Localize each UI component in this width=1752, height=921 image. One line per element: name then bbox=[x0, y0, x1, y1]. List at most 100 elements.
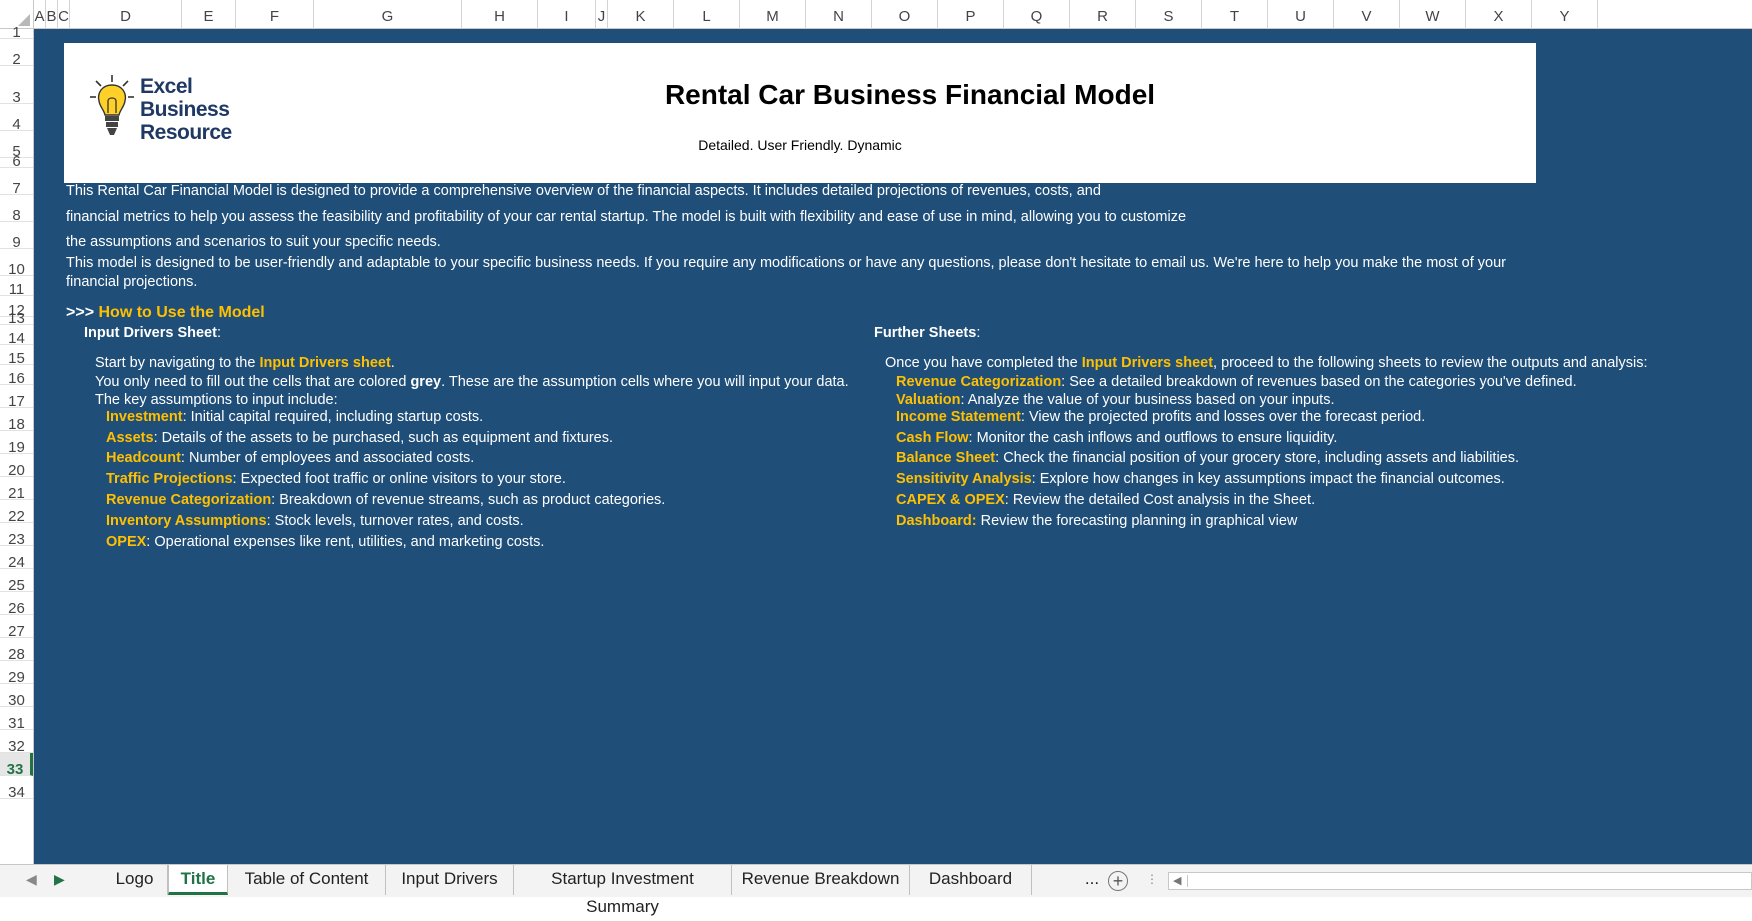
sheet-tab-revenue-breakdown[interactable]: Revenue Breakdown bbox=[732, 865, 910, 895]
sheet-tab-dashboard[interactable]: Dashboard bbox=[910, 865, 1032, 895]
row-header-9[interactable]: 9 bbox=[0, 222, 33, 251]
column-header-k[interactable]: K bbox=[608, 0, 674, 29]
column-header-w[interactable]: W bbox=[1400, 0, 1466, 29]
row-header-26[interactable]: 26 bbox=[0, 592, 33, 617]
further-sheet-description: : Monitor the cash inflows and outflows … bbox=[968, 430, 1338, 446]
assumption-label: Traffic Projections bbox=[106, 471, 233, 487]
row-header-10[interactable]: 10 bbox=[0, 249, 33, 278]
row-header-25[interactable]: 25 bbox=[0, 569, 33, 594]
column-header-m[interactable]: M bbox=[740, 0, 806, 29]
add-sheet-icon[interactable]: + bbox=[1108, 871, 1128, 891]
assumption-description: : Details of the assets to be purchased,… bbox=[153, 430, 613, 446]
row-header-1[interactable]: 1 bbox=[0, 25, 33, 40]
column-header-bar: ABCDEFGHIJKLMNOPQRSTUVWXY bbox=[0, 0, 1752, 29]
sheet-tab-table-of-content[interactable]: Table of Content bbox=[228, 865, 386, 895]
row-header-2[interactable]: 2 bbox=[0, 39, 33, 68]
row-header-3[interactable]: 3 bbox=[0, 66, 33, 106]
row-header-33[interactable]: 33 bbox=[0, 753, 33, 778]
intro-line-5: financial projections. bbox=[66, 274, 198, 290]
horizontal-scrollbar[interactable]: ◀ bbox=[1168, 872, 1752, 890]
tab-scroll-left-icon[interactable]: ◀ bbox=[26, 871, 37, 888]
assumption-item: Investment: Initial capital required, in… bbox=[106, 409, 483, 425]
column-header-s[interactable]: S bbox=[1136, 0, 1202, 29]
further-sheets-heading: Further Sheets: bbox=[874, 325, 980, 341]
further-sheet-item: Balance Sheet: Check the financial posit… bbox=[896, 450, 1519, 466]
row-header-6[interactable]: 6 bbox=[0, 154, 33, 169]
fill-post: . These are the assumption cells where y… bbox=[441, 374, 849, 390]
input-drivers-sheet-link: Input Drivers sheet bbox=[259, 355, 391, 371]
row-header-11[interactable]: 11 bbox=[0, 276, 33, 298]
column-header-y[interactable]: Y bbox=[1532, 0, 1598, 29]
how-to-heading: >>> How to Use the Model bbox=[66, 304, 265, 322]
column-header-d[interactable]: D bbox=[70, 0, 182, 29]
assumption-description: : Stock levels, turnover rates, and cost… bbox=[266, 513, 524, 529]
column-header-x[interactable]: X bbox=[1466, 0, 1532, 29]
row-header-15[interactable]: 15 bbox=[0, 345, 33, 367]
row-header-31[interactable]: 31 bbox=[0, 707, 33, 732]
assumption-description: : Breakdown of revenue streams, such as … bbox=[271, 492, 666, 508]
column-header-j[interactable]: J bbox=[596, 0, 608, 29]
tab-scroll-right-icon[interactable]: ▶ bbox=[54, 871, 65, 888]
column-header-g[interactable]: G bbox=[314, 0, 462, 29]
row-header-27[interactable]: 27 bbox=[0, 615, 33, 640]
assumption-description: : Initial capital required, including st… bbox=[182, 409, 484, 425]
row-header-17[interactable]: 17 bbox=[0, 385, 33, 410]
column-header-l[interactable]: L bbox=[674, 0, 740, 29]
assumption-item: Traffic Projections: Expected foot traff… bbox=[106, 471, 566, 487]
column-header-c[interactable]: C bbox=[58, 0, 70, 29]
row-header-23[interactable]: 23 bbox=[0, 523, 33, 548]
column-header-e[interactable]: E bbox=[182, 0, 236, 29]
assumption-item: Headcount: Number of employees and assoc… bbox=[106, 450, 474, 466]
more-tabs-button[interactable]: ... bbox=[1074, 865, 1110, 895]
further-sheet-description: : Check the financial position of your g… bbox=[995, 450, 1520, 466]
row-header-34[interactable]: 34 bbox=[0, 776, 33, 801]
row-header-21[interactable]: 21 bbox=[0, 477, 33, 502]
row-header-28[interactable]: 28 bbox=[0, 638, 33, 663]
column-header-r[interactable]: R bbox=[1070, 0, 1136, 29]
further-sheet-item: Revenue Categorization: See a detailed b… bbox=[896, 374, 1577, 390]
row-header-14[interactable]: 14 bbox=[0, 325, 33, 347]
column-header-b[interactable]: B bbox=[46, 0, 58, 29]
how-to-title: How to Use the Model bbox=[98, 304, 265, 321]
column-header-q[interactable]: Q bbox=[1004, 0, 1070, 29]
further-sheet-item: Dashboard: Review the forecasting planni… bbox=[896, 513, 1297, 529]
row-header-24[interactable]: 24 bbox=[0, 546, 33, 571]
assumption-label: Revenue Categorization bbox=[106, 492, 272, 508]
scroll-left-arrow-icon[interactable]: ◀ bbox=[1173, 874, 1181, 887]
row-header-16[interactable]: 16 bbox=[0, 365, 33, 387]
sheet-tab-startup-investment-summary[interactable]: Startup Investment Summary bbox=[514, 865, 732, 916]
sheet-tab-logo[interactable]: Logo bbox=[102, 865, 168, 895]
column-header-h[interactable]: H bbox=[462, 0, 538, 29]
column-header-i[interactable]: I bbox=[538, 0, 596, 29]
sheet-tab-title[interactable]: Title bbox=[168, 865, 228, 895]
row-header-29[interactable]: 29 bbox=[0, 661, 33, 686]
column-header-o[interactable]: O bbox=[872, 0, 938, 29]
column-header-f[interactable]: F bbox=[236, 0, 314, 29]
sheet-grid[interactable]: Excel Business Resource Rental Car Busin… bbox=[34, 29, 1752, 864]
further-sheet-description: : See a detailed breakdown of revenues b… bbox=[1061, 374, 1577, 390]
scrollbar-thumb[interactable] bbox=[1187, 875, 1751, 887]
row-header-18[interactable]: 18 bbox=[0, 408, 33, 433]
row-header-13[interactable]: 13 bbox=[0, 311, 33, 326]
row-header-4[interactable]: 4 bbox=[0, 104, 33, 133]
row-header-30[interactable]: 30 bbox=[0, 684, 33, 709]
fill-instruction: You only need to fill out the cells that… bbox=[95, 374, 849, 390]
row-header-20[interactable]: 20 bbox=[0, 454, 33, 479]
sheet-tab-input-drivers[interactable]: Input Drivers bbox=[386, 865, 514, 895]
tab-splitter-icon[interactable]: ⋮ bbox=[1146, 872, 1158, 886]
sheet-tabs-bar: ◀ ▶ Logo Title Table of Content Input Drive… bbox=[0, 864, 1752, 916]
row-header-7[interactable]: 7 bbox=[0, 168, 33, 197]
column-header-u[interactable]: U bbox=[1268, 0, 1334, 29]
column-header-n[interactable]: N bbox=[806, 0, 872, 29]
column-header-t[interactable]: T bbox=[1202, 0, 1268, 29]
further-sheets-heading-colon: : bbox=[976, 325, 981, 341]
row-header-19[interactable]: 19 bbox=[0, 431, 33, 456]
column-header-p[interactable]: P bbox=[938, 0, 1004, 29]
further-sheet-label: CAPEX & OPEX bbox=[896, 492, 1005, 508]
row-header-8[interactable]: 8 bbox=[0, 195, 33, 224]
column-header-a[interactable]: A bbox=[34, 0, 46, 29]
row-header-22[interactable]: 22 bbox=[0, 500, 33, 525]
column-header-v[interactable]: V bbox=[1334, 0, 1400, 29]
assumption-label: Investment bbox=[106, 409, 183, 425]
row-header-32[interactable]: 32 bbox=[0, 730, 33, 755]
